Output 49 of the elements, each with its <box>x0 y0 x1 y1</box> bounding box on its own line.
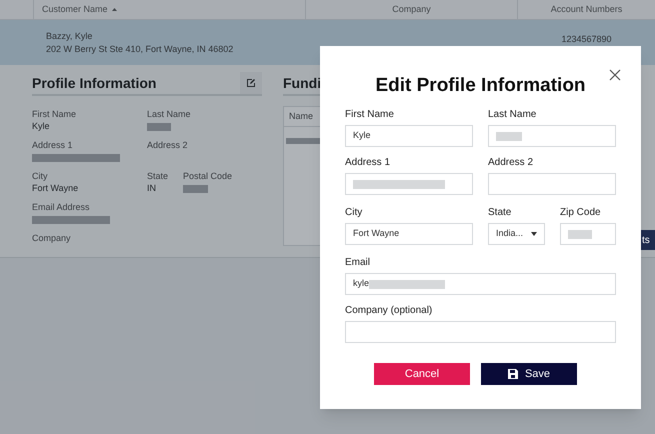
save-icon <box>508 369 518 379</box>
field-label: First Name <box>32 108 78 120</box>
close-button[interactable] <box>608 68 622 82</box>
side-button[interactable]: ts <box>641 230 655 250</box>
account-number: 1234567890 <box>561 34 612 45</box>
field-label: Company <box>32 232 72 244</box>
field-label: City <box>32 170 48 182</box>
edit-button[interactable] <box>240 72 262 94</box>
field-label: Postal Code <box>183 170 234 182</box>
customer-address: 202 W Berry St Ste 410, Fort Wayne, IN 46802 <box>46 42 234 56</box>
column-header[interactable]: Account Numbers <box>550 2 622 16</box>
field-label: State <box>147 170 170 182</box>
save-button[interactable]: Save <box>481 363 577 385</box>
customer-name: Bazzy, Kyle <box>46 30 94 42</box>
field-label: Company (optional) <box>345 304 434 318</box>
column-header[interactable]: Name <box>289 110 314 124</box>
input-field[interactable] <box>488 173 616 195</box>
caret-icon <box>531 232 537 236</box>
input-field[interactable]: Kyle <box>345 125 473 147</box>
edit-icon <box>246 78 256 88</box>
field-value: Kyle <box>32 120 50 134</box>
cancel-button[interactable]: Cancel <box>374 363 470 385</box>
field-value: IN <box>147 182 156 196</box>
field-label: Email Address <box>32 201 91 213</box>
column-header[interactable]: Company <box>392 2 431 16</box>
field-label: Address 1 <box>345 156 392 170</box>
input-field[interactable] <box>345 321 616 343</box>
field-label: Address 1 <box>32 139 74 151</box>
field-label: Zip Code <box>560 206 602 220</box>
input-field[interactable]: Fort Wayne <box>345 223 473 245</box>
close-icon <box>609 69 621 81</box>
field-label: City <box>345 206 364 220</box>
section-title: Profile Information <box>32 74 156 92</box>
input-field[interactable]: kyle <box>345 273 616 295</box>
field-label: Address 2 <box>147 139 189 151</box>
section-title: Fundi <box>283 74 322 92</box>
dialog-title: Edit Profile Information <box>375 74 586 98</box>
input-field[interactable] <box>488 125 616 147</box>
field-label: State <box>488 206 512 220</box>
field-label: Address 2 <box>488 156 534 170</box>
input-field[interactable] <box>345 173 473 195</box>
column-header[interactable]: Customer Name <box>42 2 108 16</box>
input-field[interactable] <box>560 223 616 245</box>
field-label: Last Name <box>147 108 192 120</box>
field-value: Fort Wayne <box>32 182 78 196</box>
field-label: Last Name <box>488 108 538 122</box>
state-dropdown[interactable]: India... <box>488 223 545 245</box>
field-label: Email <box>345 256 372 270</box>
field-label: First Name <box>345 108 395 122</box>
